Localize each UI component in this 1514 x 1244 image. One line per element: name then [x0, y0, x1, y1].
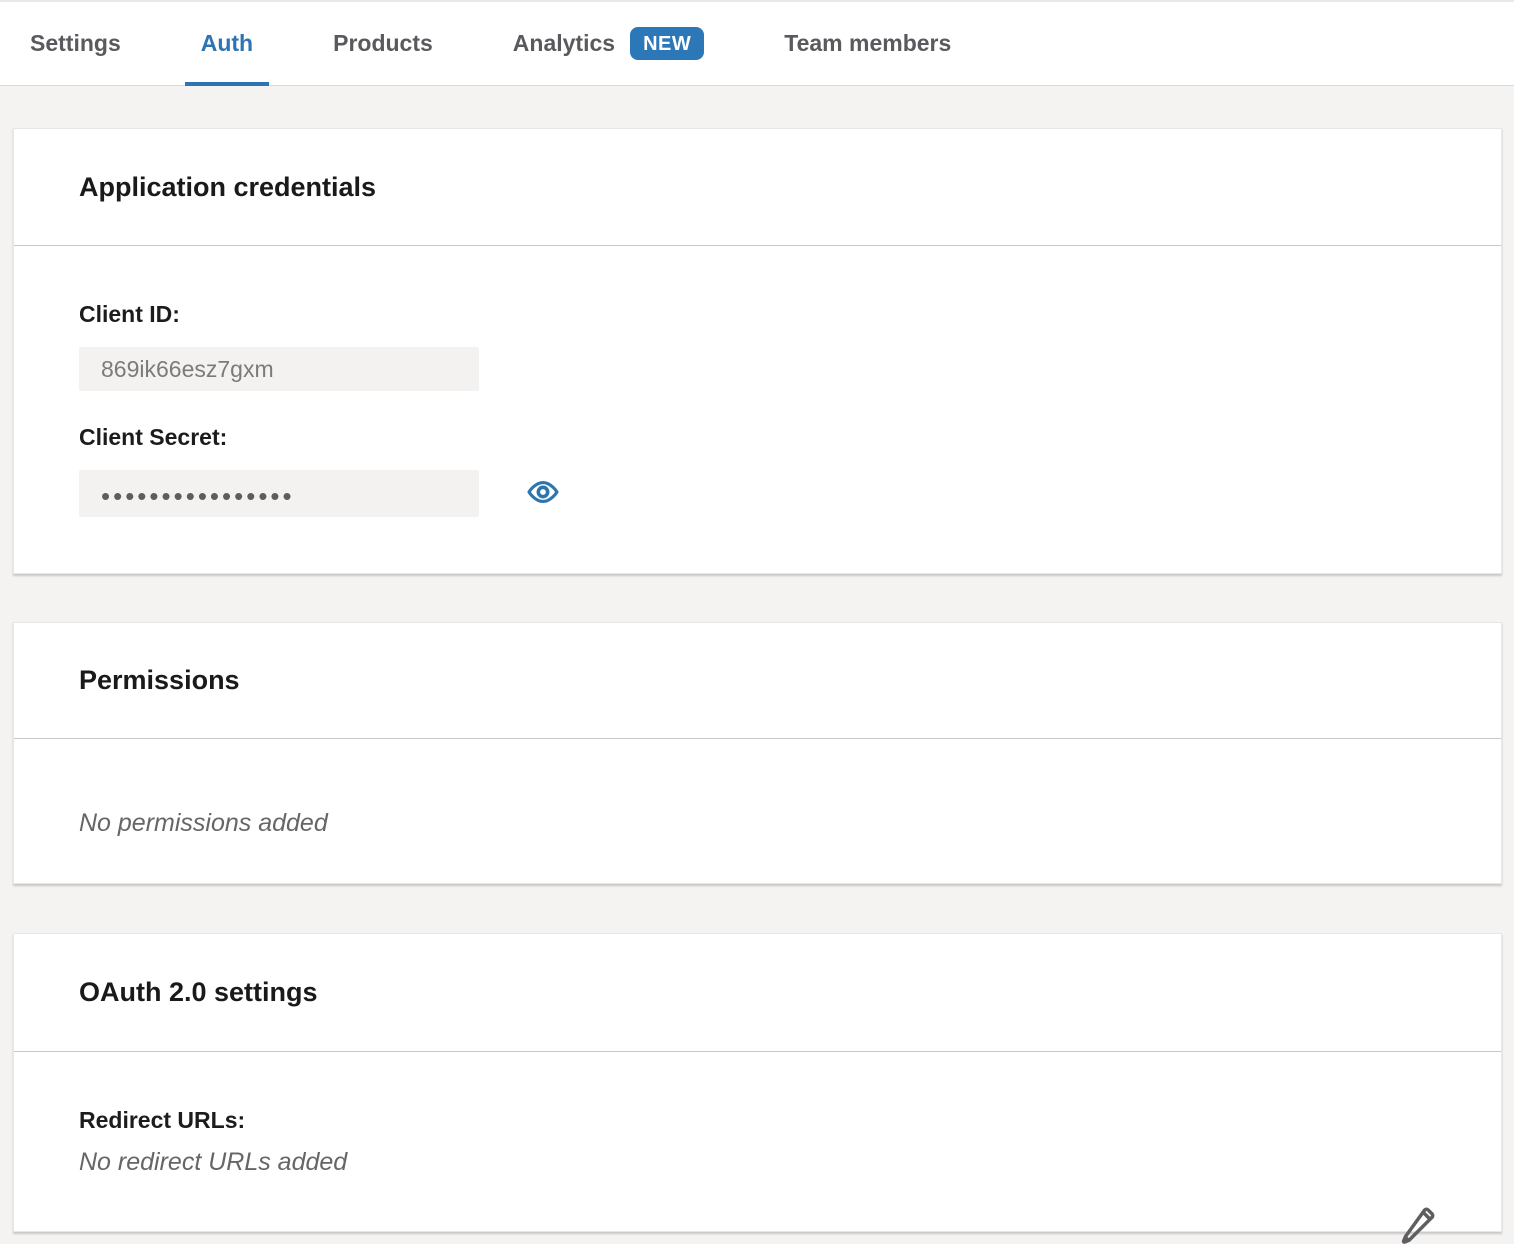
tab-team-members-label: Team members [784, 30, 951, 57]
client-id-label: Client ID: [79, 301, 1436, 328]
tab-settings[interactable]: Settings [30, 2, 121, 85]
permissions-title: Permissions [79, 665, 240, 696]
tab-products-label: Products [333, 30, 433, 57]
tab-bar: Settings Auth Products Analytics NEW Tea… [0, 0, 1514, 86]
eye-icon [525, 475, 561, 512]
edit-redirect-urls-button[interactable] [1395, 1202, 1441, 1244]
oauth-settings-body: Redirect URLs: No redirect URLs added [14, 1052, 1501, 1232]
permissions-header: Permissions [14, 623, 1501, 739]
tab-settings-label: Settings [30, 30, 121, 57]
tab-team-members[interactable]: Team members [784, 2, 951, 85]
client-id-field[interactable]: 869ik66esz7gxm [79, 347, 479, 391]
oauth-settings-title: OAuth 2.0 settings [79, 977, 318, 1008]
tab-analytics[interactable]: Analytics NEW [513, 2, 704, 85]
no-redirect-urls-text: No redirect URLs added [79, 1148, 1436, 1177]
tab-auth[interactable]: Auth [201, 2, 253, 85]
client-secret-label: Client Secret: [79, 424, 1436, 451]
no-permissions-text: No permissions added [79, 809, 1436, 838]
tab-products[interactable]: Products [333, 2, 433, 85]
tab-auth-label: Auth [201, 30, 253, 57]
client-secret-field[interactable]: •••••••••••••••• [79, 470, 479, 517]
application-credentials-header: Application credentials [14, 129, 1501, 246]
reveal-secret-button[interactable] [524, 475, 562, 513]
redirect-urls-label: Redirect URLs: [79, 1107, 1436, 1134]
permissions-card: Permissions No permissions added [13, 622, 1502, 884]
oauth-settings-header: OAuth 2.0 settings [14, 934, 1501, 1052]
permissions-body: No permissions added [14, 739, 1501, 893]
client-id-value: 869ik66esz7gxm [101, 356, 274, 383]
oauth-settings-card: OAuth 2.0 settings Redirect URLs: No red… [13, 933, 1502, 1232]
client-secret-row: •••••••••••••••• [79, 470, 1436, 517]
new-badge: NEW [630, 27, 704, 60]
client-secret-masked-value: •••••••••••••••• [101, 479, 295, 509]
tab-analytics-label: Analytics [513, 30, 615, 57]
application-credentials-title: Application credentials [79, 172, 376, 203]
application-credentials-card: Application credentials Client ID: 869ik… [13, 128, 1502, 574]
pencil-edit-icon [1396, 1202, 1440, 1244]
application-credentials-body: Client ID: 869ik66esz7gxm Client Secret:… [14, 246, 1501, 572]
